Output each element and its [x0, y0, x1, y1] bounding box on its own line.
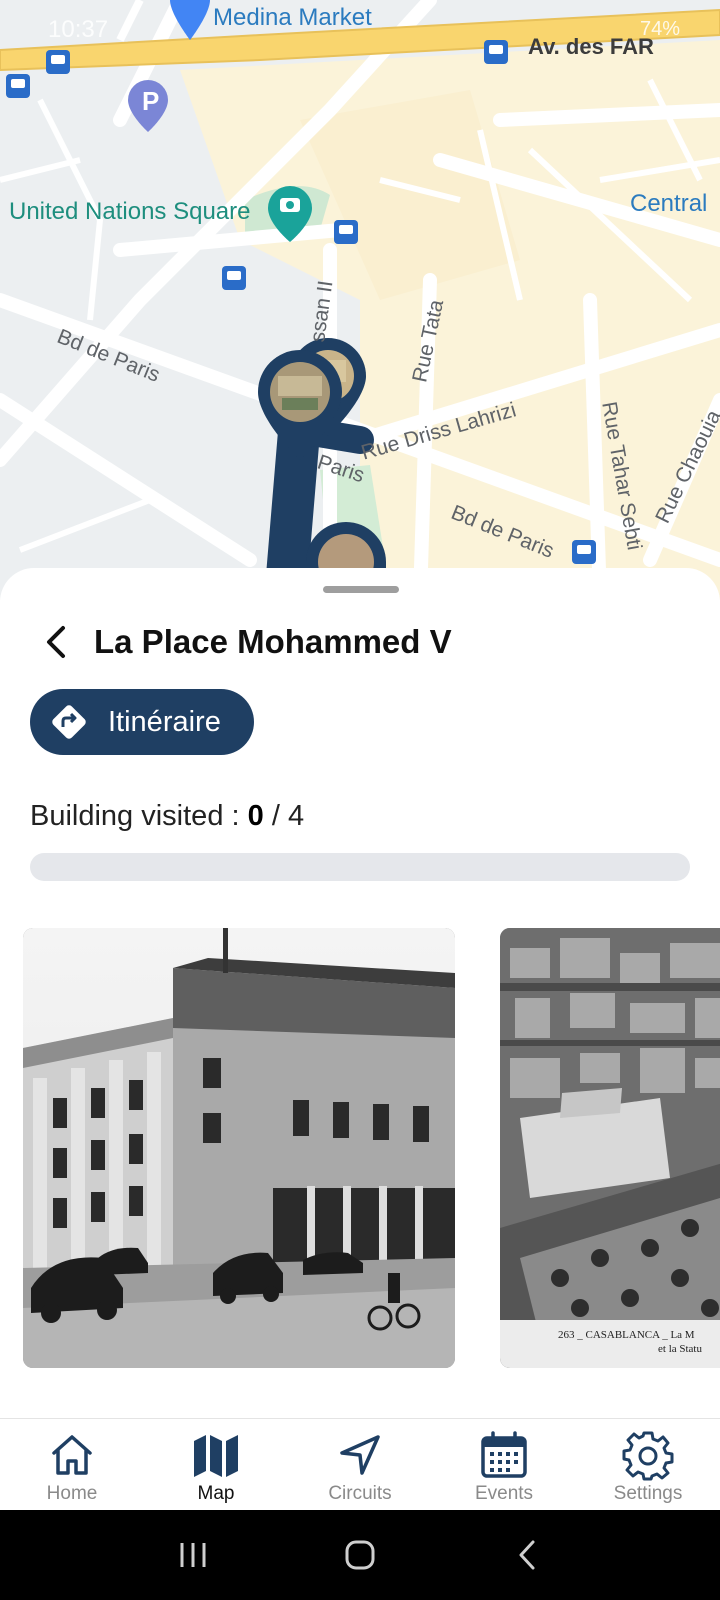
poi-label-central[interactable]: Central	[630, 190, 707, 218]
nav-label-events: Events	[474, 1483, 534, 1504]
sheet-drag-handle[interactable]	[323, 586, 399, 593]
status-time: 10:37	[48, 16, 109, 43]
calendar-icon	[481, 1431, 527, 1478]
postcard-caption: 263 _ CASABLANCA _ La M	[558, 1329, 695, 1341]
nav-item-settings[interactable]: Settings	[576, 1419, 720, 1511]
navigation-icon	[340, 1435, 380, 1475]
postcard-caption-line2: et la Statu	[658, 1343, 702, 1355]
visited-total: 4	[287, 800, 305, 832]
nav-item-circuits[interactable]: Circuits	[288, 1419, 432, 1511]
itinerary-label: Itinéraire	[108, 705, 221, 738]
home-icon	[52, 1435, 92, 1475]
system-navigation-bar	[0, 1510, 720, 1600]
postcard-photo[interactable]: 263 _ CASABLANCA _ La M et la Statu	[500, 928, 720, 1368]
place-bottom-sheet[interactable]: La Place Mohammed V Itinéraire Building …	[0, 568, 720, 1420]
back-button[interactable]	[36, 620, 76, 664]
recent-apps-button[interactable]	[173, 1535, 213, 1575]
recent-apps-icon	[180, 1543, 206, 1567]
map-view[interactable]: Medina Market United Nations Square Cent…	[0, 0, 720, 600]
gear-icon	[622, 1431, 674, 1481]
poi-label-united-nations-square[interactable]: United Nations Square	[9, 198, 250, 226]
visited-progress-bar	[30, 853, 690, 881]
nav-item-events[interactable]: Events	[432, 1419, 576, 1511]
back-system-button[interactable]	[507, 1535, 547, 1575]
building-photo[interactable]	[23, 928, 455, 1368]
nav-label-home: Home	[46, 1483, 98, 1504]
itinerary-button[interactable]: Itinéraire	[30, 689, 254, 755]
nav-item-home[interactable]: Home	[0, 1419, 144, 1511]
nav-label-settings: Settings	[613, 1483, 683, 1504]
status-bar: 10:37 74%	[0, 0, 720, 60]
visited-count: 0	[247, 800, 264, 832]
visited-separator: /	[263, 800, 288, 832]
buildings-visited-text: Building visited : 0 / 4	[30, 800, 304, 833]
parking-letter: P	[142, 86, 160, 116]
nav-label-map: Map	[197, 1483, 235, 1504]
chevron-left-icon	[47, 626, 65, 658]
home-system-button[interactable]	[340, 1535, 380, 1575]
postcard-photo-image: 263 _ CASABLANCA _ La M et la Statu	[500, 928, 720, 1368]
map-background	[0, 0, 720, 600]
visited-prefix: Building visited :	[30, 800, 248, 832]
battery-level: 74%	[639, 18, 680, 40]
back-chevron-icon	[519, 1540, 535, 1570]
map-icon	[194, 1435, 238, 1477]
place-title: La Place Mohammed V	[94, 623, 452, 660]
building-photo-image	[23, 928, 455, 1368]
nav-item-map[interactable]: Map	[144, 1419, 288, 1511]
nav-label-circuits: Circuits	[328, 1483, 392, 1504]
directions-icon	[52, 705, 86, 739]
home-square-icon	[345, 1540, 375, 1570]
bottom-navigation: Home Map Circuits Events Settings	[0, 1418, 720, 1510]
